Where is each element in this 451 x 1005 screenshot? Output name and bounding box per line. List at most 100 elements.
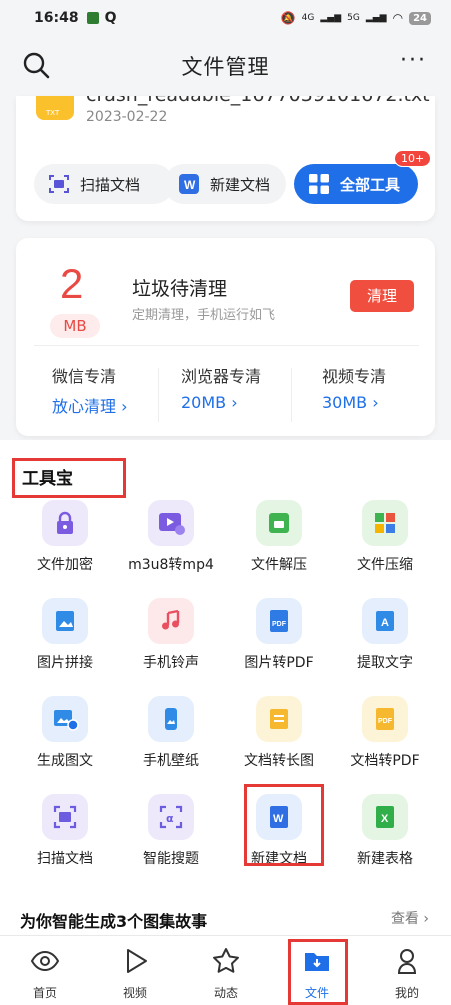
svg-text:α: α bbox=[166, 812, 174, 825]
toolbox-section: 工具宝 文件加密 m3u8转mp4 文件解压 文件压缩 图片拼接 手机铃声 PD… bbox=[0, 440, 451, 938]
network-5g: 5G bbox=[347, 13, 360, 23]
tab-home[interactable]: 首页 bbox=[10, 936, 80, 1005]
tool-file-zip[interactable]: 文件压缩 bbox=[330, 500, 440, 584]
battery-indicator: 24 bbox=[409, 11, 431, 25]
scan-icon bbox=[49, 175, 69, 193]
tool-label: 手机壁纸 bbox=[143, 753, 199, 769]
tool-extract-text[interactable]: A 提取文字 bbox=[330, 598, 440, 682]
all-tools-label: 全部工具 bbox=[340, 175, 401, 194]
txt-file-icon: TXT bbox=[36, 96, 74, 120]
page-title: 文件管理 bbox=[181, 55, 270, 79]
wechat-clean-item[interactable]: 微信专清 放心清理 › bbox=[52, 363, 182, 419]
wechat-clean-label: 微信专清 bbox=[52, 367, 117, 386]
divider bbox=[158, 368, 159, 422]
video-clean-label: 视频专清 bbox=[322, 367, 387, 386]
tool-label: 扫描文档 bbox=[37, 851, 93, 867]
tool-ringtone[interactable]: 手机铃声 bbox=[116, 598, 226, 682]
highlight-box bbox=[244, 784, 324, 866]
tool-generate-image-text[interactable]: 生成图文 bbox=[10, 696, 120, 780]
cleanup-subtitle: 定期清理，手机运行如飞 bbox=[132, 308, 276, 323]
svg-text:PDF: PDF bbox=[272, 621, 287, 628]
network-4g: 4G bbox=[301, 13, 315, 23]
tab-me[interactable]: 我的 bbox=[372, 936, 442, 1005]
eye-icon bbox=[30, 950, 60, 972]
divider bbox=[34, 345, 419, 346]
tool-label: m3u8转mp4 bbox=[128, 557, 214, 573]
tool-m3u8-to-mp4[interactable]: m3u8转mp4 bbox=[116, 500, 226, 584]
status-bar: 16:48 Q 🔕 4G ▂▄▆ 5G ▂▄▆ ◠ 24 bbox=[0, 0, 451, 36]
tool-label: 文件加密 bbox=[37, 557, 93, 573]
tool-image-stitch[interactable]: 图片拼接 bbox=[10, 598, 120, 682]
tool-label: 文件压缩 bbox=[357, 557, 413, 573]
word-icon: W bbox=[179, 174, 199, 194]
video-clean-item[interactable]: 视频专清 30MB › bbox=[322, 363, 451, 419]
tool-scan-document[interactable]: 扫描文档 bbox=[10, 794, 120, 878]
tool-doc-to-long-image[interactable]: 文档转长图 bbox=[224, 696, 334, 780]
tool-label: 生成图文 bbox=[37, 753, 93, 769]
tool-wallpaper[interactable]: 手机壁纸 bbox=[116, 696, 226, 780]
scan-document-button[interactable]: 扫描文档 bbox=[34, 164, 174, 204]
mute-icon: 🔕 bbox=[280, 11, 296, 25]
svg-text:PDF: PDF bbox=[378, 718, 393, 725]
story-title: 为你智能生成3个图集故事 bbox=[20, 912, 208, 931]
tab-label: 视频 bbox=[122, 986, 147, 1000]
bottom-tab-bar: 首页 视频 动态 文件 我的 bbox=[0, 935, 451, 1005]
signal-icon: ▂▄▆ bbox=[320, 13, 342, 23]
cleanup-card: 2 MB 垃圾待清理 定期清理，手机运行如飞 清理 微信专清 放心清理 › 浏览… bbox=[16, 238, 435, 436]
doc-to-image-icon bbox=[256, 696, 302, 742]
tool-label: 新建表格 bbox=[357, 851, 413, 867]
lock-icon bbox=[42, 500, 88, 546]
cleanup-title: 垃圾待清理 bbox=[132, 278, 228, 300]
tool-smart-search[interactable]: α 智能搜题 bbox=[116, 794, 226, 878]
tab-label: 首页 bbox=[32, 986, 57, 1000]
tools-count-badge: 10+ bbox=[394, 150, 432, 167]
all-tools-button[interactable]: 全部工具 bbox=[294, 164, 418, 204]
file-date: 2023-02-22 bbox=[86, 109, 168, 125]
tab-label: 动态 bbox=[213, 986, 238, 1000]
tab-video[interactable]: 视频 bbox=[100, 936, 170, 1005]
tool-doc-to-pdf[interactable]: PDF 文档转PDF bbox=[330, 696, 440, 780]
excel-icon: X bbox=[362, 794, 408, 840]
unzip-icon bbox=[256, 500, 302, 546]
tool-image-to-pdf[interactable]: PDF 图片转PDF bbox=[224, 598, 334, 682]
image-to-pdf-icon: PDF bbox=[256, 598, 302, 644]
wechat-clean-value: 放心清理 › bbox=[52, 397, 128, 416]
recent-file-card: TXT crash_readable_1677039101672.txt 202… bbox=[16, 96, 435, 221]
generate-image-text-icon bbox=[42, 696, 88, 742]
svg-text:X: X bbox=[381, 813, 389, 825]
tool-label: 手机铃声 bbox=[143, 655, 199, 671]
view-more-link[interactable]: 查看 › bbox=[391, 908, 429, 928]
doc-to-pdf-icon: PDF bbox=[362, 696, 408, 742]
star-icon bbox=[213, 948, 239, 973]
app-notification-icon bbox=[86, 12, 99, 24]
junk-amount: 2 bbox=[60, 260, 84, 307]
tool-file-unzip[interactable]: 文件解压 bbox=[224, 500, 334, 584]
new-document-button[interactable]: W 新建文档 bbox=[164, 164, 286, 204]
signal-icon: ▂▄▆ bbox=[365, 13, 387, 23]
search-icon[interactable] bbox=[22, 51, 50, 79]
divider bbox=[291, 368, 292, 422]
new-doc-label: 新建文档 bbox=[210, 175, 271, 194]
story-row[interactable]: 为你智能生成3个图集故事 查看 › bbox=[0, 900, 451, 935]
tab-moments[interactable]: 动态 bbox=[191, 936, 261, 1005]
scan-label: 扫描文档 bbox=[80, 175, 141, 194]
smart-search-icon: α bbox=[148, 794, 194, 840]
file-name[interactable]: crash_readable_1677039101672.txt bbox=[86, 96, 430, 106]
wallpaper-icon bbox=[148, 696, 194, 742]
highlight-box bbox=[288, 939, 348, 1005]
highlight-box bbox=[12, 458, 126, 498]
image-stitch-icon bbox=[42, 598, 88, 644]
more-menu-icon[interactable]: ··· bbox=[400, 50, 427, 72]
tool-label: 文档转长图 bbox=[244, 753, 314, 769]
extract-text-icon: A bbox=[362, 598, 408, 644]
clean-button[interactable]: 清理 bbox=[350, 280, 414, 312]
tool-new-spreadsheet[interactable]: X 新建表格 bbox=[330, 794, 440, 878]
top-app-bar: 文件管理 ··· bbox=[0, 36, 451, 96]
scan-icon bbox=[42, 794, 88, 840]
tool-label: 文档转PDF bbox=[350, 753, 420, 769]
svg-text:A: A bbox=[381, 617, 389, 629]
tool-label: 智能搜题 bbox=[143, 851, 199, 867]
tool-file-encrypt[interactable]: 文件加密 bbox=[10, 500, 120, 584]
status-time: 16:48 bbox=[34, 10, 79, 26]
play-icon bbox=[127, 949, 147, 973]
